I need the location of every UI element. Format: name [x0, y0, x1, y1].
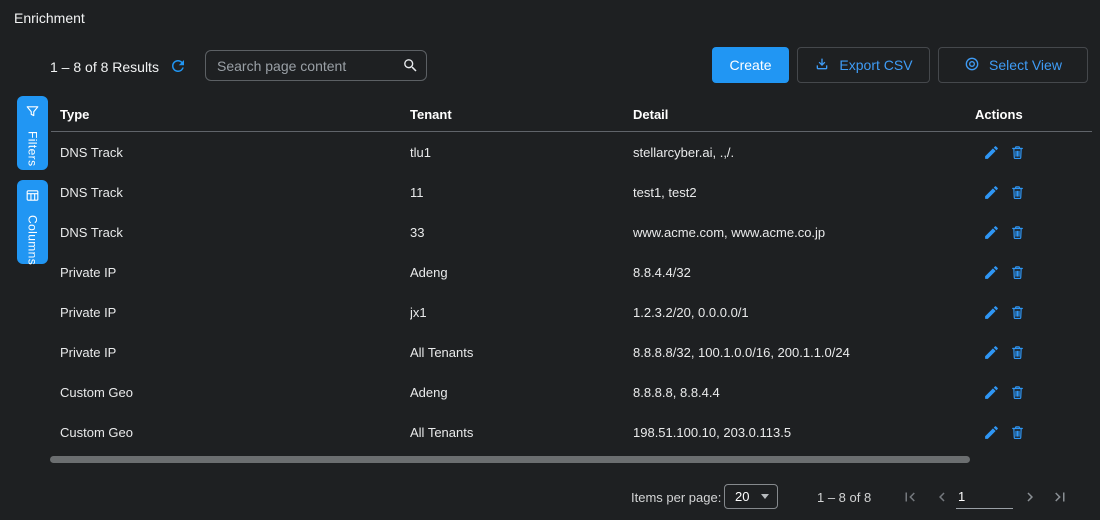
cell-actions — [975, 144, 1092, 161]
table-row: Custom Geo All Tenants 198.51.100.10, 20… — [51, 412, 1092, 452]
columns-icon — [25, 188, 40, 208]
cell-detail: 8.8.4.4/32 — [633, 265, 975, 280]
trash-icon[interactable] — [1009, 344, 1026, 361]
cell-actions — [975, 384, 1092, 401]
create-button-label: Create — [729, 57, 771, 73]
filters-tab-label: Filters — [26, 131, 40, 166]
cell-tenant: 11 — [410, 185, 633, 200]
create-button[interactable]: Create — [712, 47, 789, 83]
table-row: Private IP All Tenants 8.8.8.8/32, 100.1… — [51, 332, 1092, 372]
results-count: 1 – 8 of 8 Results — [50, 59, 159, 75]
table-row: Private IP jx1 1.2.3.2/20, 0.0.0.0/1 — [51, 292, 1092, 332]
table-row: DNS Track 33 www.acme.com, www.acme.co.j… — [51, 212, 1092, 252]
cell-actions — [975, 184, 1092, 201]
columns-tab[interactable]: Columns — [17, 180, 48, 264]
items-per-page-value: 20 — [735, 489, 749, 504]
table-body: DNS Track tlu1 stellarcyber.ai, .,/. DNS… — [51, 132, 1092, 452]
trash-icon[interactable] — [1009, 424, 1026, 441]
columns-tab-label: Columns — [26, 215, 40, 265]
items-per-page-select[interactable]: 20 — [724, 484, 778, 509]
cell-detail: 198.51.100.10, 203.0.113.5 — [633, 425, 975, 440]
filters-tab[interactable]: Filters — [17, 96, 48, 170]
cell-actions — [975, 264, 1092, 281]
cell-type: Private IP — [60, 265, 410, 280]
pencil-icon[interactable] — [983, 304, 1000, 321]
cell-actions — [975, 424, 1092, 441]
table-row: DNS Track 11 test1, test2 — [51, 172, 1092, 212]
chevron-right-icon[interactable] — [1021, 488, 1039, 506]
cell-detail: 8.8.8.8/32, 100.1.0.0/16, 200.1.1.0/24 — [633, 345, 975, 360]
header-detail: Detail — [633, 107, 975, 122]
cell-type: DNS Track — [60, 225, 410, 240]
trash-icon[interactable] — [1009, 144, 1026, 161]
pencil-icon[interactable] — [983, 144, 1000, 161]
trash-icon[interactable] — [1009, 384, 1026, 401]
caret-down-icon — [761, 494, 769, 499]
pencil-icon[interactable] — [983, 224, 1000, 241]
cell-tenant: Adeng — [410, 385, 633, 400]
cell-detail: 1.2.3.2/20, 0.0.0.0/1 — [633, 305, 975, 320]
cell-tenant: tlu1 — [410, 145, 633, 160]
trash-icon[interactable] — [1009, 224, 1026, 241]
cell-actions — [975, 304, 1092, 321]
cell-type: Custom Geo — [60, 385, 410, 400]
cell-tenant: jx1 — [410, 305, 633, 320]
items-per-page-label: Items per page: — [631, 490, 721, 505]
trash-icon[interactable] — [1009, 184, 1026, 201]
first-page-icon[interactable] — [901, 488, 919, 506]
cell-actions — [975, 344, 1092, 361]
last-page-icon[interactable] — [1051, 488, 1069, 506]
pencil-icon[interactable] — [983, 384, 1000, 401]
download-icon — [814, 56, 830, 75]
cell-tenant: All Tenants — [410, 345, 633, 360]
page-title: Enrichment — [14, 10, 85, 26]
chevron-left-icon[interactable] — [933, 488, 951, 506]
cell-type: DNS Track — [60, 145, 410, 160]
export-csv-label: Export CSV — [839, 57, 912, 73]
select-view-button[interactable]: Select View — [938, 47, 1088, 83]
cell-type: Custom Geo — [60, 425, 410, 440]
refresh-icon[interactable] — [169, 57, 187, 75]
table-row: Custom Geo Adeng 8.8.8.8, 8.8.4.4 — [51, 372, 1092, 412]
table-row: Private IP Adeng 8.8.4.4/32 — [51, 252, 1092, 292]
cell-type: DNS Track — [60, 185, 410, 200]
enrichment-page: Enrichment 1 – 8 of 8 Results Create Exp… — [0, 0, 1100, 520]
search-box — [205, 50, 427, 81]
cell-type: Private IP — [60, 305, 410, 320]
filter-icon — [25, 104, 40, 124]
cell-tenant: Adeng — [410, 265, 633, 280]
cell-tenant: All Tenants — [410, 425, 633, 440]
table-row: DNS Track tlu1 stellarcyber.ai, .,/. — [51, 132, 1092, 172]
pencil-icon[interactable] — [983, 424, 1000, 441]
pencil-icon[interactable] — [983, 344, 1000, 361]
pencil-icon[interactable] — [983, 184, 1000, 201]
cell-detail: 8.8.8.8, 8.8.4.4 — [633, 385, 975, 400]
table-header-row: Type Tenant Detail Actions — [51, 98, 1092, 132]
cell-detail: test1, test2 — [633, 185, 975, 200]
pagination-range: 1 – 8 of 8 — [817, 490, 871, 505]
trash-icon[interactable] — [1009, 264, 1026, 281]
export-csv-button[interactable]: Export CSV — [797, 47, 930, 83]
trash-icon[interactable] — [1009, 304, 1026, 321]
header-type: Type — [60, 107, 410, 122]
horizontal-scrollbar-thumb[interactable] — [50, 456, 970, 463]
page-number-input[interactable] — [956, 487, 1013, 509]
enrichment-table: Type Tenant Detail Actions DNS Track tlu… — [51, 98, 1092, 452]
pencil-icon[interactable] — [983, 264, 1000, 281]
eye-icon — [964, 56, 980, 75]
search-icon[interactable] — [402, 57, 419, 74]
cell-type: Private IP — [60, 345, 410, 360]
select-view-label: Select View — [989, 57, 1062, 73]
cell-actions — [975, 224, 1092, 241]
cell-detail: www.acme.com, www.acme.co.jp — [633, 225, 975, 240]
search-input[interactable] — [206, 58, 402, 74]
header-actions: Actions — [975, 107, 1092, 122]
header-tenant: Tenant — [410, 107, 633, 122]
cell-detail: stellarcyber.ai, .,/. — [633, 145, 975, 160]
cell-tenant: 33 — [410, 225, 633, 240]
